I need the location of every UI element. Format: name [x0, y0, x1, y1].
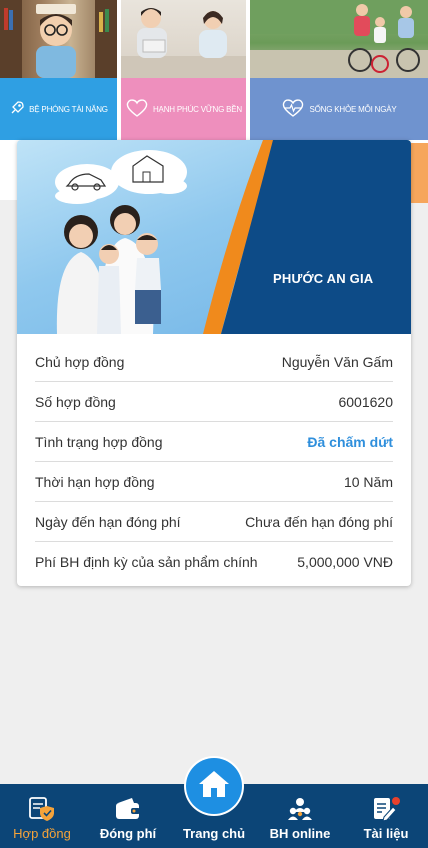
banner-tile-talent[interactable]: BỆ PHÓNG TÀI NĂNG [0, 0, 117, 140]
detail-row-contract-number: Số hợp đồng 6001620 [35, 382, 393, 422]
next-card-peek[interactable] [411, 143, 428, 203]
detail-label: Chủ hợp đồng [35, 353, 125, 370]
detail-value: 6001620 [338, 393, 393, 410]
banner-tile-health[interactable]: SỐNG KHỎE MỖI NGÀY [250, 0, 428, 140]
detail-label: Tình trạng hợp đồng [35, 433, 163, 450]
app-screen: BỆ PHÓNG TÀI NĂNG HẠNH PHÚC VỮNG BỀN SỐN… [0, 0, 428, 848]
heart-pulse-icon [281, 98, 305, 120]
detail-label: Ngày đến hạn đóng phí [35, 513, 181, 530]
detail-row-periodic-premium: Phí BH định kỳ của sản phẩm chính 5,000,… [35, 542, 393, 582]
contract-details: Chủ hợp đồng Nguyễn Văn Gấm Số hợp đồng … [17, 342, 411, 582]
detail-value: 5,000,000 VNĐ [297, 554, 393, 570]
product-name: PHƯỚC AN GIA [273, 271, 374, 286]
team-icon [286, 792, 314, 822]
home-button[interactable] [184, 756, 244, 816]
hero-artwork [55, 140, 411, 334]
nav-tab-contracts[interactable]: Hợp đồng [0, 784, 84, 848]
banner-label: HẠNH PHÚC VỮNG BỀN [152, 104, 243, 114]
banner-label: BỆ PHÓNG TÀI NĂNG [29, 104, 108, 114]
nav-label: BH online [269, 826, 331, 841]
nav-label: Đóng phí [99, 826, 157, 841]
detail-label: Phí BH định kỳ của sản phẩm chính [35, 554, 258, 570]
detail-row-policy-owner: Chủ hợp đồng Nguyễn Văn Gấm [35, 342, 393, 382]
banner-caption: HẠNH PHÚC VỮNG BỀN [121, 78, 246, 140]
banner-label: SỐNG KHỎE MỖI NGÀY [309, 104, 397, 114]
home-icon [197, 768, 231, 805]
contract-shield-icon [28, 792, 56, 822]
product-hero: PHƯỚC AN GIA [17, 140, 411, 334]
nav-label: Hợp đồng [13, 826, 71, 841]
heart-icon [125, 98, 149, 120]
nav-label: Trang chủ [182, 826, 246, 841]
document-edit-icon [371, 792, 401, 822]
banner-photo-couple [121, 0, 246, 78]
detail-value: Nguyễn Văn Gấm [281, 353, 393, 370]
banner-caption: BỆ PHÓNG TÀI NĂNG [0, 78, 117, 140]
detail-row-contract-status: Tình trạng hợp đồng Đã chấm dứt [35, 422, 393, 462]
nav-tab-online-insurance[interactable]: BH online [258, 784, 342, 848]
rocket-icon [9, 100, 25, 118]
nav-label: Tài liệu [363, 826, 409, 841]
nav-tab-documents[interactable]: Tài liệu [344, 784, 428, 848]
home-button-circle [186, 758, 242, 814]
detail-label: Thời hạn hợp đồng [35, 473, 155, 490]
contract-card[interactable]: PHƯỚC AN GIA Chủ hợp đồng Nguyễn Văn Gấm… [17, 140, 411, 586]
banner-photo-cycling-family [250, 0, 428, 78]
detail-value: Chưa đến hạn đóng phí [245, 513, 393, 530]
status-badge: Đã chấm dứt [307, 433, 393, 450]
banner-tile-happiness[interactable]: HẠNH PHÚC VỮNG BỀN [121, 0, 246, 140]
detail-value: 10 Năm [343, 473, 393, 490]
detail-row-premium-due-date: Ngày đến hạn đóng phí Chưa đến hạn đóng … [35, 502, 393, 542]
banner-photo-child-reading [0, 0, 117, 78]
nav-tab-payment[interactable]: Đóng phí [86, 784, 170, 848]
banner-caption: SỐNG KHỎE MỖI NGÀY [250, 78, 428, 140]
detail-label: Số hợp đồng [35, 393, 116, 410]
wallet-icon [114, 792, 142, 822]
detail-row-contract-term: Thời hạn hợp đồng 10 Năm [35, 462, 393, 502]
